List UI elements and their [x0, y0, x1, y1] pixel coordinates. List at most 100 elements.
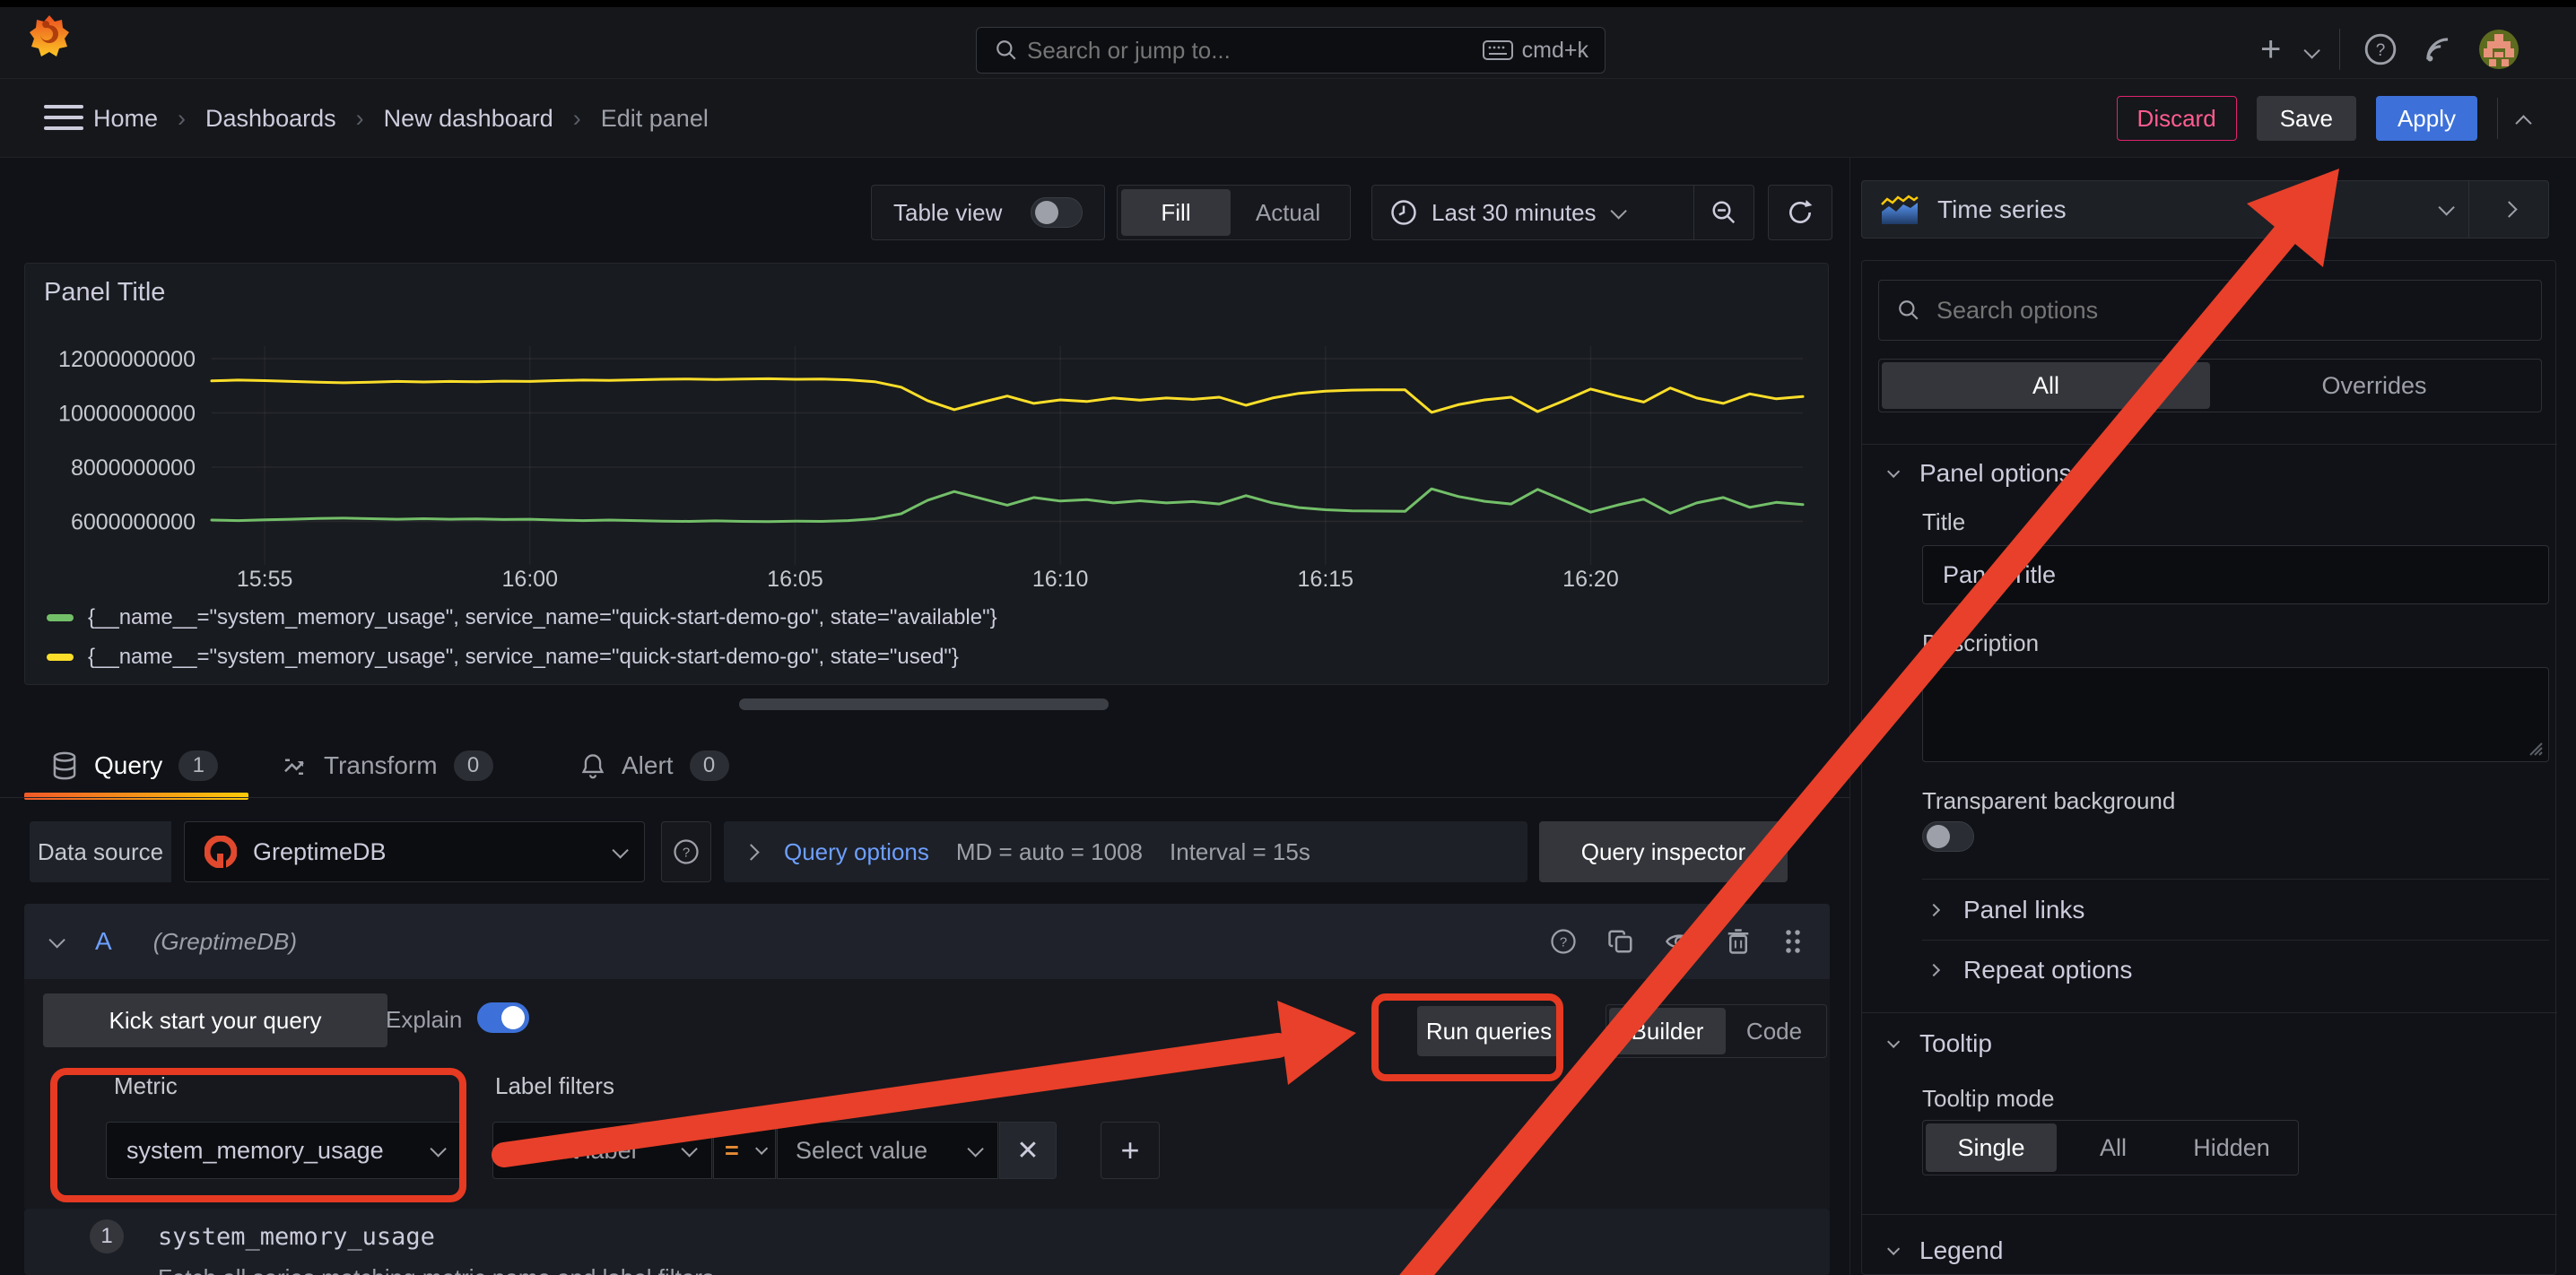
tooltip-chevron-icon: [1887, 1036, 1900, 1048]
legend-item[interactable]: {__name__="system_memory_usage", service…: [47, 645, 997, 670]
transparent-bg-toggle[interactable]: [1922, 821, 1974, 852]
operator-dropdown[interactable]: =: [713, 1122, 776, 1179]
collapse-pane-button[interactable]: [2469, 181, 2548, 238]
description-textarea[interactable]: [1922, 667, 2549, 762]
query-options-bar[interactable]: Query options MD = auto = 1008 Interval …: [724, 821, 1527, 882]
code-option[interactable]: Code: [1726, 1008, 1823, 1054]
tab-all[interactable]: All: [1882, 362, 2210, 409]
datasource-name: GreptimeDB: [253, 838, 596, 866]
description-field-label: Description: [1922, 629, 2039, 657]
table-view-toggle[interactable]: [1031, 197, 1083, 228]
tab-transform[interactable]: Transform 0: [281, 741, 493, 791]
query-row-actions: ?: [1550, 928, 1805, 955]
bell-icon: [580, 752, 605, 779]
breadcrumb-separator: ›: [356, 105, 364, 133]
tab-transform-label: Transform: [324, 751, 438, 780]
query-ref-id[interactable]: A: [95, 927, 112, 956]
add-icon[interactable]: +: [2260, 31, 2281, 67]
query-line-number: 1: [90, 1219, 124, 1253]
run-queries-button[interactable]: Run queries: [1417, 1006, 1561, 1056]
tab-overrides[interactable]: Overrides: [2210, 362, 2538, 409]
svg-text:16:20: 16:20: [1562, 567, 1619, 592]
options-search-input[interactable]: [1936, 297, 2523, 325]
datasource-help-button[interactable]: ?: [661, 821, 711, 882]
legend-color-dash: [47, 654, 74, 661]
select-label-dropdown[interactable]: Select label: [492, 1122, 712, 1179]
query-inspector-button[interactable]: Query inspector: [1539, 821, 1788, 882]
metric-select[interactable]: system_memory_usage: [106, 1122, 463, 1179]
duplicate-query-icon[interactable]: [1607, 928, 1634, 955]
apply-button[interactable]: Apply: [2376, 96, 2477, 141]
select-value-chevron-icon: [967, 1141, 983, 1157]
breadcrumb-edit-panel: Edit panel: [601, 105, 709, 133]
resize-handle-icon[interactable]: [2525, 738, 2543, 756]
breadcrumb-new-dashboard[interactable]: New dashboard: [384, 105, 553, 133]
discard-button[interactable]: Discard: [2117, 96, 2237, 141]
zoom-out-button[interactable]: [1694, 186, 1754, 239]
panel-title-input[interactable]: [1922, 545, 2549, 604]
kick-start-query-button[interactable]: Kick start your query: [43, 993, 387, 1047]
search-input[interactable]: [1027, 28, 1422, 73]
query-row-header[interactable]: A (GreptimeDB) ?: [24, 904, 1830, 979]
collapse-header-chevron-up-icon[interactable]: [2515, 115, 2531, 131]
select-value-dropdown[interactable]: Select value: [777, 1122, 998, 1179]
add-chevron-down-icon[interactable]: [2304, 42, 2320, 58]
tooltip-mode-hidden[interactable]: Hidden: [2170, 1123, 2293, 1172]
drag-handle-grip-icon[interactable]: [1781, 928, 1805, 955]
options-search[interactable]: [1878, 280, 2542, 341]
nav-divider: [2339, 29, 2340, 70]
save-button[interactable]: Save: [2257, 96, 2356, 141]
legend-series-name: {__name__="system_memory_usage", service…: [88, 645, 959, 670]
panel-links-row[interactable]: Panel links: [1929, 890, 2084, 930]
svg-text:6000000000: 6000000000: [71, 510, 196, 535]
tooltip-mode-single[interactable]: Single: [1926, 1123, 2057, 1172]
collapse-pane-chevron-right-icon: [2501, 201, 2517, 217]
metric-label: Metric: [114, 1072, 178, 1100]
tab-transform-count: 0: [454, 750, 493, 781]
breadcrumb-dashboards[interactable]: Dashboards: [205, 105, 336, 133]
grafana-logo[interactable]: [30, 14, 69, 57]
viz-select[interactable]: Time series: [1862, 181, 2468, 238]
legend-item[interactable]: {__name__="system_memory_usage", service…: [47, 605, 997, 630]
tooltip-mode-all[interactable]: All: [2057, 1123, 2170, 1172]
tabs-divider: [0, 797, 1849, 798]
chart-legend: {__name__="system_memory_usage", service…: [47, 605, 997, 684]
tooltip-header[interactable]: Tooltip: [1887, 1024, 1992, 1063]
horizontal-scrollbar[interactable]: [739, 698, 1109, 710]
global-search[interactable]: cmd+k: [976, 27, 1606, 74]
menu-hamburger-icon[interactable]: [44, 105, 83, 134]
legend-header[interactable]: Legend: [1887, 1231, 2003, 1271]
hide-query-eye-icon[interactable]: [1665, 928, 1695, 955]
repeat-options-row[interactable]: Repeat options: [1929, 950, 2132, 990]
visualization-picker: Time series: [1861, 180, 2549, 239]
query-help-icon[interactable]: ?: [1550, 928, 1577, 955]
avatar[interactable]: [2478, 29, 2519, 70]
explain-label: Explain: [386, 1006, 462, 1034]
refresh-button[interactable]: [1768, 185, 1832, 240]
panel-options-header[interactable]: Panel options: [1887, 454, 2072, 493]
builder-option[interactable]: Builder: [1609, 1008, 1726, 1054]
datasource-picker[interactable]: GreptimeDB: [184, 821, 645, 882]
breadcrumb-home[interactable]: Home: [93, 105, 158, 133]
tab-query[interactable]: Query 1: [51, 741, 218, 791]
tab-alert[interactable]: Alert 0: [580, 741, 729, 791]
metric-value: system_memory_usage: [126, 1137, 431, 1165]
actual-option[interactable]: Actual: [1231, 189, 1345, 236]
metric-chevron-down-icon: [430, 1141, 446, 1157]
tooltip-title: Tooltip: [1919, 1029, 1992, 1058]
remove-filter-button[interactable]: ✕: [999, 1122, 1057, 1179]
time-range-picker[interactable]: Last 30 minutes: [1372, 186, 1693, 239]
help-icon[interactable]: ?: [2363, 32, 2398, 66]
title-field-label: Title: [1922, 508, 1965, 536]
fill-option[interactable]: Fill: [1121, 189, 1231, 236]
panel-options-title: Panel options: [1919, 459, 2072, 488]
news-rss-icon[interactable]: [2421, 32, 2455, 66]
query-code-hint: Fetch all series matching metric name an…: [158, 1264, 720, 1275]
query-collapse-chevron-icon[interactable]: [48, 932, 65, 948]
add-filter-button[interactable]: +: [1101, 1122, 1160, 1179]
explain-toggle[interactable]: [477, 1002, 529, 1033]
delete-query-trash-icon[interactable]: [1726, 928, 1751, 955]
select-label-placeholder: Select label: [511, 1137, 682, 1165]
panel-links-chevron-icon: [1928, 904, 1940, 916]
chart-panel: Panel Title 6000000000800000000010000000…: [24, 263, 1829, 685]
